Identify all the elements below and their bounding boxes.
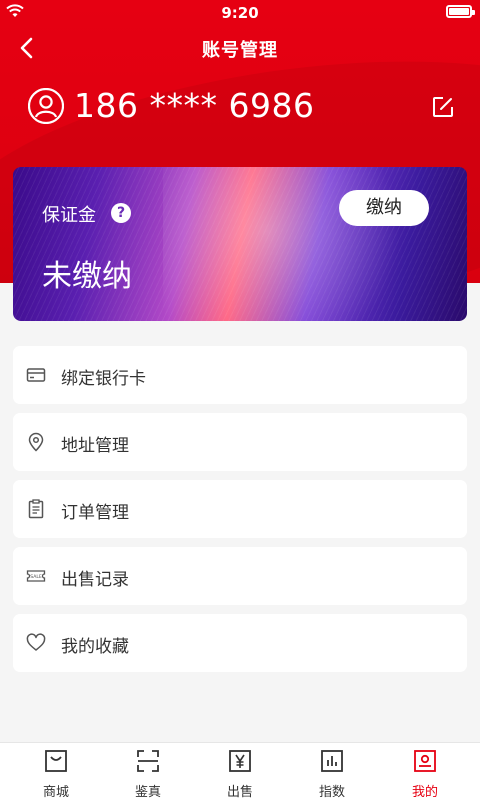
deposit-card: 保证金 ? 未缴纳 缴纳 bbox=[13, 167, 467, 321]
heart-icon bbox=[26, 633, 46, 651]
page-title: 账号管理 bbox=[202, 40, 278, 61]
tab-authenticate[interactable]: 鉴真 bbox=[100, 743, 196, 800]
menu-item-favorites[interactable]: 我的收藏 bbox=[13, 614, 467, 672]
shop-icon bbox=[45, 750, 67, 772]
scan-icon bbox=[137, 750, 159, 772]
menu-item-label: 绑定银行卡 bbox=[61, 369, 146, 389]
tab-bar: 商城 鉴真 出售 指数 我的 bbox=[0, 742, 480, 800]
tab-sell[interactable]: 出售 bbox=[192, 743, 288, 800]
tab-label: 出售 bbox=[226, 785, 253, 800]
deposit-status: 未缴纳 bbox=[42, 259, 132, 294]
yen-icon bbox=[229, 750, 251, 772]
help-icon[interactable]: ? bbox=[111, 203, 131, 223]
menu-item-label: 地址管理 bbox=[61, 436, 129, 456]
bar-chart-icon bbox=[321, 750, 343, 772]
status-bar: 9:20 bbox=[0, 0, 480, 26]
tab-label: 我的 bbox=[411, 785, 438, 800]
account-header: 186 **** 6986 bbox=[0, 78, 480, 138]
tab-label: 商城 bbox=[42, 785, 69, 800]
avatar-icon[interactable] bbox=[28, 88, 64, 124]
pay-deposit-button[interactable]: 缴纳 bbox=[339, 190, 429, 226]
account-phone: 186 **** 6986 bbox=[74, 86, 315, 125]
nav-bar: 账号管理 bbox=[0, 26, 480, 70]
tab-label: 鉴真 bbox=[134, 785, 161, 800]
clipboard-icon bbox=[28, 499, 44, 519]
edit-icon[interactable] bbox=[432, 96, 454, 118]
tab-shop[interactable]: 商城 bbox=[8, 743, 104, 800]
menu-item-address[interactable]: 地址管理 bbox=[13, 413, 467, 471]
menu-item-orders[interactable]: 订单管理 bbox=[13, 480, 467, 538]
tab-label: 指数 bbox=[318, 785, 345, 800]
tab-mine[interactable]: 我的 bbox=[377, 743, 473, 800]
menu-item-label: 订单管理 bbox=[61, 503, 129, 523]
menu-item-sales-records[interactable]: SALE 出售记录 bbox=[13, 547, 467, 605]
battery-icon bbox=[446, 5, 475, 18]
menu-item-label: 我的收藏 bbox=[61, 637, 129, 657]
tab-index[interactable]: 指数 bbox=[284, 743, 380, 800]
bank-card-icon bbox=[26, 368, 46, 382]
menu-list: 绑定银行卡 地址管理 订单管理 SALE 出售记录 我的收藏 bbox=[13, 346, 467, 681]
deposit-label: 保证金 bbox=[42, 205, 96, 226]
sale-ticket-icon: SALE bbox=[26, 570, 46, 582]
status-time: 9:20 bbox=[221, 4, 259, 22]
profile-icon bbox=[414, 750, 436, 772]
menu-item-bind-bank-card[interactable]: 绑定银行卡 bbox=[13, 346, 467, 404]
svg-text:SALE: SALE bbox=[30, 574, 42, 580]
menu-item-label: 出售记录 bbox=[61, 570, 129, 590]
location-pin-icon bbox=[28, 432, 44, 452]
